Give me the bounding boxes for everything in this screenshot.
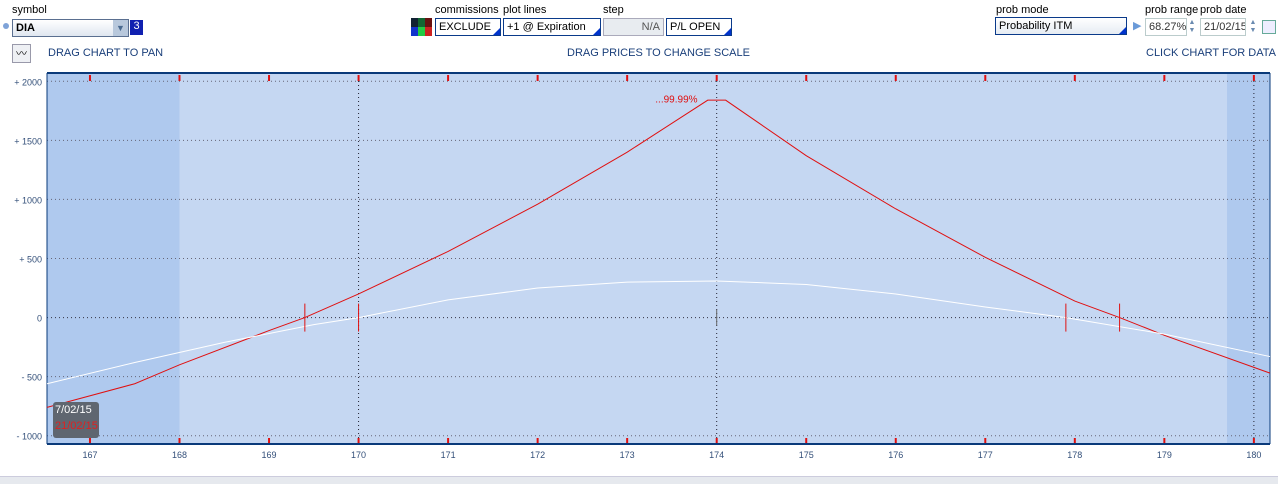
x-tick-label: 178 (1067, 450, 1082, 460)
commissions-select[interactable]: EXCLUDE (435, 18, 501, 36)
prob-range-label: prob range (1145, 4, 1199, 16)
y-tick-label: - 1000 (16, 432, 42, 442)
y-tick-label: 0 (37, 314, 42, 324)
x-tick-label: 168 (172, 450, 187, 460)
peak-probability-label: ...99.99% (655, 95, 697, 106)
y-tick-label: + 1000 (14, 195, 42, 205)
y-tick-label: + 500 (19, 255, 42, 265)
pl-chart[interactable]: + 2000 + 1500 + 1000 + 500 0 - 500 - 1000 167 16… (0, 68, 1278, 483)
x-tick-label: 171 (441, 450, 456, 460)
step-label: step (603, 4, 624, 16)
x-tick-label: 173 (620, 450, 635, 460)
x-tick-label: 170 (351, 450, 366, 460)
legend-box: 7/02/15 21/02/15 (53, 402, 99, 438)
y-tick-label: + 2000 (14, 77, 42, 87)
prob-date-input[interactable]: 21/02/15 (1200, 18, 1246, 36)
x-tick-label: 180 (1246, 450, 1261, 460)
pl-mode-select[interactable]: P/L OPEN (666, 18, 732, 36)
click-data-hint: CLICK CHART FOR DATA (1146, 47, 1276, 59)
calendar-icon[interactable] (1262, 20, 1276, 34)
drag-scale-hint: DRAG PRICES TO CHANGE SCALE (567, 47, 750, 59)
prob-range-spinner[interactable]: ▲ ▼ (1187, 19, 1197, 37)
symbol-label: symbol (12, 4, 47, 16)
commissions-label: commissions (435, 4, 499, 16)
x-tick-label: 175 (799, 450, 814, 460)
chart-toggle-icon[interactable]: 〰 (12, 44, 31, 63)
legend-exp-date: 21/02/15 (55, 420, 98, 432)
x-tick-label: 177 (978, 450, 993, 460)
step-input[interactable]: N/A (603, 18, 664, 36)
prob-range-input[interactable]: 68.27% (1145, 18, 1187, 36)
prob-date-spinner[interactable]: ▲ ▼ (1248, 19, 1258, 37)
drag-pan-hint: DRAG CHART TO PAN (48, 47, 164, 59)
prob-mode-label: prob mode (996, 4, 1049, 16)
arrow-right-icon[interactable]: ▶ (1133, 19, 1141, 32)
x-tick-label: 179 (1157, 450, 1172, 460)
radio-icon[interactable] (3, 23, 9, 29)
legend-t0-date: 7/02/15 (55, 404, 92, 416)
symbol-count-badge: 3 (130, 20, 143, 35)
x-tick-label: 176 (888, 450, 903, 460)
symbol-input[interactable]: DIA (12, 19, 129, 37)
y-tick-label: - 500 (21, 373, 42, 383)
prob-date-label: prob date (1200, 4, 1247, 16)
x-tick-label: 174 (709, 450, 724, 460)
color-grid-icon[interactable] (411, 18, 432, 36)
prob-mode-select[interactable]: Probability ITM (995, 17, 1127, 35)
x-tick-label: 172 (530, 450, 545, 460)
dropdown-icon[interactable]: ▼ (113, 20, 128, 36)
y-tick-label: + 1500 (14, 136, 42, 146)
plot-lines-label: plot lines (503, 4, 547, 16)
x-tick-label: 167 (82, 450, 97, 460)
plot-lines-select[interactable]: +1 @ Expiration (503, 18, 601, 36)
x-tick-label: 169 (262, 450, 277, 460)
